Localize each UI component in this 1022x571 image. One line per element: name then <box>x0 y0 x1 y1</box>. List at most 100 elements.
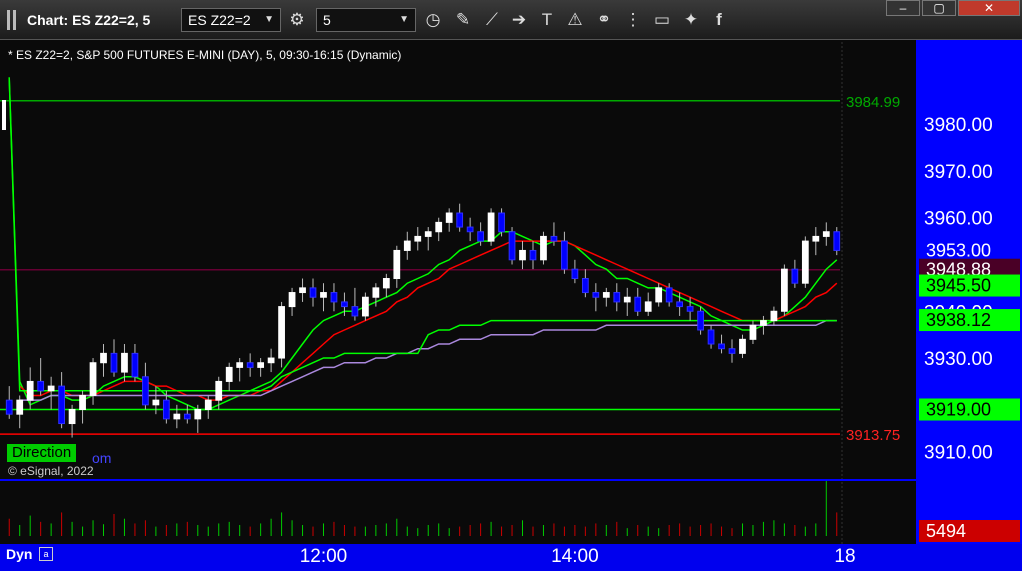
candle-body[interactable] <box>403 240 411 251</box>
candle-body[interactable] <box>623 296 631 303</box>
candle-body[interactable] <box>162 399 170 420</box>
candle-body[interactable] <box>341 301 348 308</box>
price-tick-label: 3970.00 <box>924 162 993 183</box>
candle-body[interactable] <box>309 287 317 298</box>
candle-body[interactable] <box>424 231 432 237</box>
candle-body[interactable] <box>121 352 128 373</box>
candle-body[interactable] <box>37 380 45 392</box>
candle-body[interactable] <box>498 212 505 233</box>
candle-body[interactable] <box>665 287 673 303</box>
level-label: 3984.99 <box>846 94 900 111</box>
candle-body[interactable] <box>707 329 715 345</box>
candle-body[interactable] <box>183 413 191 420</box>
candle-body[interactable] <box>435 221 443 233</box>
candle-body[interactable] <box>267 357 275 364</box>
candle-body[interactable] <box>330 292 338 303</box>
candle-body[interactable] <box>770 310 778 322</box>
candle-body[interactable] <box>812 235 820 242</box>
candle-body[interactable] <box>749 324 757 340</box>
candle-body[interactable] <box>204 399 212 411</box>
direction-indicator-label[interactable]: Direction <box>7 444 77 462</box>
candle-body[interactable] <box>676 301 684 308</box>
candle-body[interactable] <box>173 413 181 420</box>
candle-body[interactable] <box>466 226 474 233</box>
candle-body[interactable] <box>414 235 422 242</box>
candle-body[interactable] <box>529 249 537 261</box>
price-tick-label: 3930.00 <box>924 349 993 370</box>
candle-body[interactable] <box>561 240 568 270</box>
copyright-text: © eSignal, 2022 <box>8 464 94 478</box>
candle-body[interactable] <box>194 409 202 420</box>
candle-body[interactable] <box>634 296 642 312</box>
candle-body[interactable] <box>5 399 13 415</box>
candle-body[interactable] <box>246 362 254 368</box>
candle-body[interactable] <box>791 268 799 284</box>
direction-indicator-suffix: om <box>92 450 112 466</box>
candle-body[interactable] <box>613 292 621 303</box>
candle-body[interactable] <box>299 287 306 294</box>
candle-body[interactable] <box>456 212 464 228</box>
candle-body[interactable] <box>47 385 55 392</box>
price-tick-label: 3980.00 <box>924 115 993 136</box>
candle-body[interactable] <box>58 385 65 425</box>
candle-body[interactable] <box>79 394 86 411</box>
candle-body[interactable] <box>257 362 265 368</box>
candle-body[interactable] <box>550 235 558 242</box>
candle-body[interactable] <box>351 306 359 317</box>
candle-body[interactable] <box>288 292 296 308</box>
candle-body[interactable] <box>592 292 600 298</box>
level-label: 3913.75 <box>846 427 900 444</box>
candle-body[interactable] <box>487 212 495 242</box>
candle-body[interactable] <box>393 249 401 280</box>
lock-icon[interactable]: a <box>39 547 53 561</box>
candle-body[interactable] <box>781 268 788 312</box>
candle-body[interactable] <box>320 292 327 298</box>
price-tag-label: 3938.12 <box>926 310 991 330</box>
price-tag-label: 3953.00 <box>926 240 991 260</box>
candle-body[interactable] <box>142 376 149 406</box>
candle-body[interactable] <box>655 287 663 303</box>
candle-body[interactable] <box>739 338 746 354</box>
candle-body[interactable] <box>26 380 34 401</box>
candle-body[interactable] <box>445 212 453 223</box>
candle-body[interactable] <box>372 287 380 298</box>
candle-body[interactable] <box>236 362 244 368</box>
candle-body[interactable] <box>697 310 704 331</box>
candle-body[interactable] <box>602 292 610 298</box>
price-tick-label: 3910.00 <box>924 443 993 464</box>
candle-body[interactable] <box>68 409 76 425</box>
candle-body[interactable] <box>571 268 579 280</box>
candle-body[interactable] <box>686 306 694 312</box>
chart-description: * ES Z22=2, S&P 500 FUTURES E-MINI (DAY)… <box>8 48 402 62</box>
candle-body[interactable] <box>540 235 547 261</box>
candle-body[interactable] <box>152 399 160 406</box>
candle-body[interactable] <box>822 231 830 237</box>
candle-body[interactable] <box>278 306 285 359</box>
candle-body[interactable] <box>801 240 809 284</box>
candle-body[interactable] <box>131 352 139 378</box>
candlestick-chart[interactable]: 3984.993913.753980.003970.003960.003950.… <box>0 0 1022 571</box>
candle-body[interactable] <box>110 352 118 373</box>
candle-body[interactable] <box>225 366 233 382</box>
candle-body[interactable] <box>644 301 652 312</box>
candle-body[interactable] <box>89 362 97 396</box>
candle-body[interactable] <box>581 278 589 294</box>
candle-body[interactable] <box>833 231 841 251</box>
price-tick-label: 3960.00 <box>924 209 993 230</box>
price-tag-label: 3919.00 <box>926 400 991 420</box>
candle-body[interactable] <box>362 296 369 317</box>
time-tick-label: 12:00 <box>300 546 348 567</box>
candle-body[interactable] <box>760 320 767 326</box>
time-tick-label: 14:00 <box>551 546 599 567</box>
dyn-label[interactable]: Dyn <box>6 546 32 562</box>
candle-body[interactable] <box>100 352 107 364</box>
candle-body[interactable] <box>508 231 516 261</box>
candle-body[interactable] <box>477 231 484 242</box>
candle-body[interactable] <box>718 343 725 350</box>
candle-body[interactable] <box>382 278 390 289</box>
candle-body[interactable] <box>215 380 223 401</box>
candle-body[interactable] <box>728 348 736 354</box>
candle-body[interactable] <box>519 249 526 261</box>
price-tag-label: 3945.50 <box>926 276 991 296</box>
candle-body[interactable] <box>16 399 24 415</box>
